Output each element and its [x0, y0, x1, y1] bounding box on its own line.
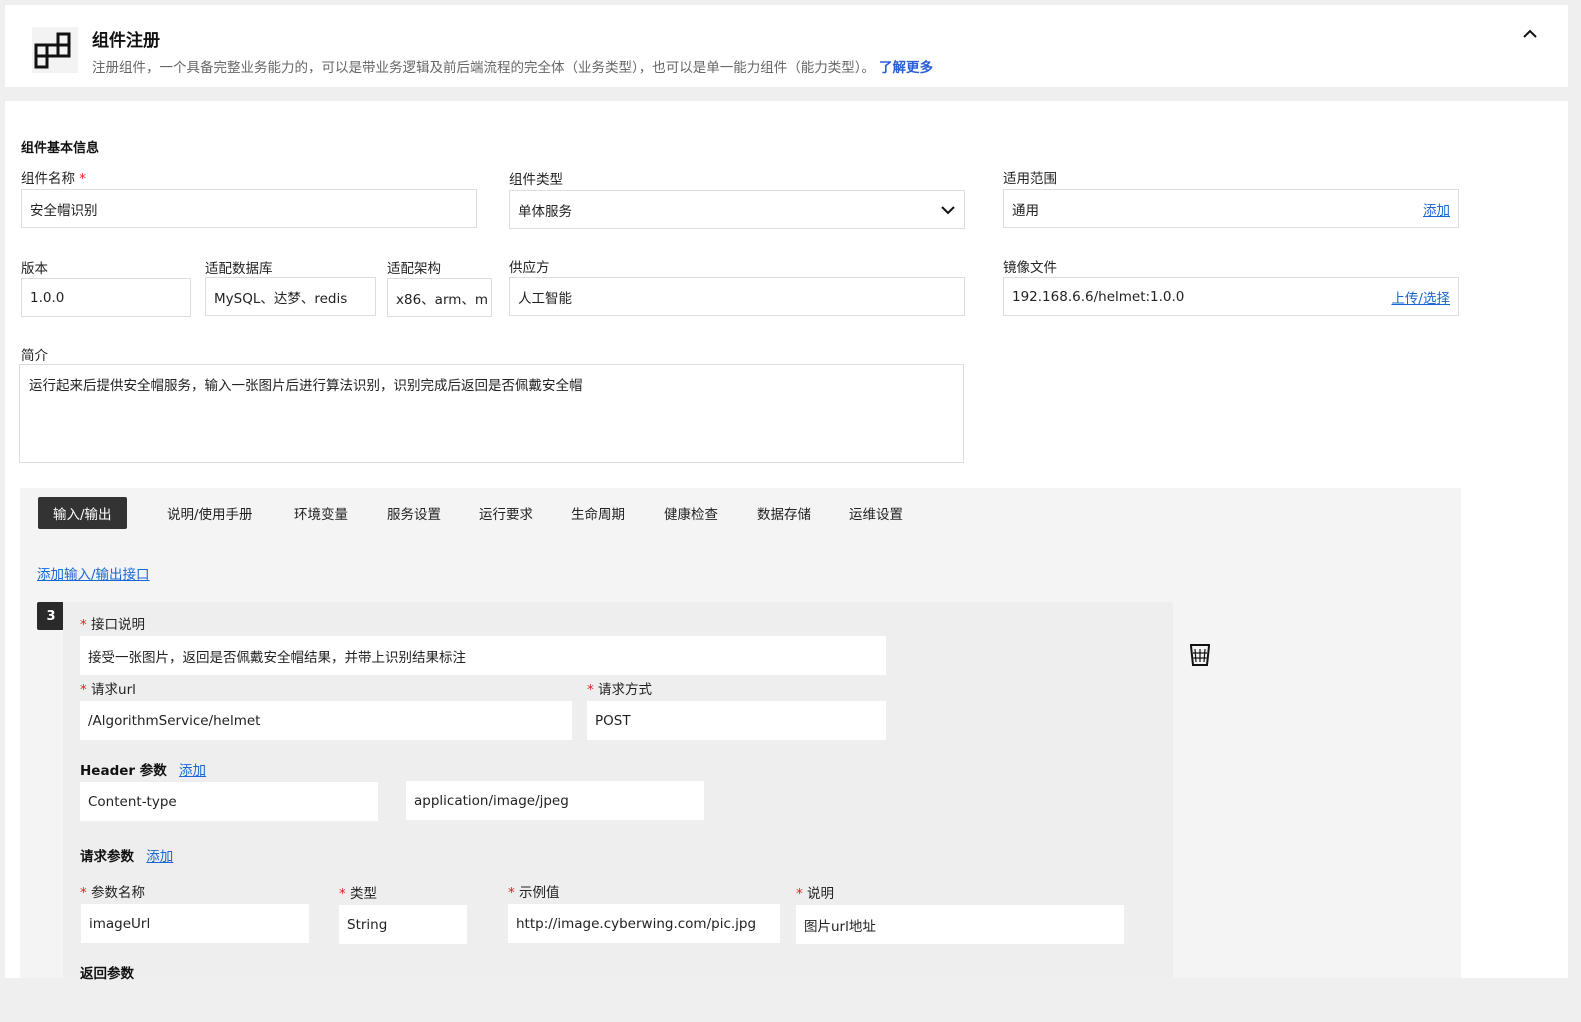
chevron-down-icon	[941, 205, 955, 214]
param-type-field[interactable]: String	[339, 905, 467, 944]
tab-health[interactable]: 健康检查	[664, 497, 718, 529]
image-upload-link[interactable]: 上传/选择	[1391, 287, 1450, 307]
arch-field[interactable]: x86、arm、m	[387, 278, 492, 317]
required-mark: *	[79, 171, 87, 187]
trash-icon[interactable]	[1188, 641, 1212, 667]
scope-field: 通用 添加	[1003, 189, 1459, 228]
version-field[interactable]: 1.0.0	[21, 278, 191, 317]
config-panel: 输入/输出 说明/使用手册 环境变量 服务设置 运行要求 生命周期 健康检查 数…	[20, 488, 1461, 982]
header-params-label: Header 参数 添加	[80, 763, 207, 779]
request-url-field[interactable]: /AlgorithmService/helmet	[80, 701, 572, 740]
description-text: 注册组件，一个具备完整业务能力的，可以是带业务逻辑及前后端流程的完全体（业务类型…	[92, 60, 875, 76]
param-name-field[interactable]: imageUrl	[81, 904, 309, 943]
param-example-label: * 示例值	[508, 885, 560, 901]
interface-index-badge: 3	[37, 602, 65, 630]
vendor-label: 供应方	[509, 260, 550, 276]
url-label: * 请求url	[80, 682, 136, 698]
name-label: 组件名称 *	[21, 171, 87, 187]
vendor-field[interactable]: 人工智能	[509, 277, 965, 316]
return-params-label: 返回参数	[80, 966, 134, 982]
learn-more-link[interactable]: 了解更多	[879, 60, 933, 76]
header-add-link[interactable]: 添加	[179, 763, 206, 779]
header-value-field[interactable]: application/image/jpeg	[406, 781, 704, 820]
add-interface-link[interactable]: 添加输入/输出接口	[37, 563, 150, 583]
tab-runtime[interactable]: 运行要求	[479, 497, 533, 529]
db-label: 适配数据库	[205, 261, 273, 277]
method-label: * 请求方式	[587, 682, 653, 698]
header-key-field[interactable]: Content-type	[80, 782, 378, 821]
main-panel: 组件基本信息 组件名称 * 安全帽识别 组件类型 单体服务 适用范围 通用 添加…	[5, 101, 1568, 982]
component-name-field[interactable]: 安全帽识别	[21, 189, 477, 228]
param-example-field[interactable]: http://image.cyberwing.com/pic.jpg	[508, 904, 780, 943]
image-field[interactable]: 192.168.6.6/helmet:1.0.0 上传/选择	[1003, 277, 1459, 316]
param-desc-label: * 说明	[796, 886, 835, 902]
page-description: 注册组件，一个具备完整业务能力的，可以是带业务逻辑及前后端流程的完全体（业务类型…	[92, 56, 933, 76]
interface-card: * 接口说明 接受一张图片，返回是否佩戴安全帽结果，并带上识别结果标注 * 请求…	[63, 602, 1173, 982]
request-method-field[interactable]: POST	[587, 701, 886, 740]
tab-storage[interactable]: 数据存储	[757, 497, 811, 529]
intro-label: 简介	[21, 348, 48, 364]
component-type-select[interactable]: 单体服务	[509, 190, 965, 229]
component-logo-icon	[32, 27, 78, 73]
type-label: 组件类型	[509, 172, 563, 188]
interface-desc-field[interactable]: 接受一张图片，返回是否佩戴安全帽结果，并带上识别结果标注	[80, 636, 886, 675]
page-title: 组件注册	[92, 31, 160, 51]
tab-io[interactable]: 输入/输出	[38, 497, 127, 529]
section-title: 组件基本信息	[21, 141, 100, 156]
version-label: 版本	[21, 261, 48, 277]
tab-ops[interactable]: 运维设置	[849, 497, 903, 529]
scope-label: 适用范围	[1003, 171, 1057, 187]
page-header: 组件注册 注册组件，一个具备完整业务能力的，可以是带业务逻辑及前后端流程的完全体…	[5, 5, 1568, 87]
desc-label: * 接口说明	[80, 617, 146, 633]
request-params-label: 请求参数 添加	[80, 849, 174, 865]
tab-lifecycle[interactable]: 生命周期	[571, 497, 625, 529]
param-type-label: * 类型	[339, 886, 378, 902]
request-params-add-link[interactable]: 添加	[146, 849, 173, 865]
image-label: 镜像文件	[1003, 260, 1057, 276]
db-field[interactable]: MySQL、达梦、redis	[205, 277, 376, 316]
chevron-up-icon[interactable]	[1519, 23, 1541, 45]
intro-textarea[interactable]: 运行起来后提供安全帽服务，输入一张图片后进行算法识别，识别完成后返回是否佩戴安全…	[19, 364, 964, 463]
tab-manual[interactable]: 说明/使用手册	[167, 497, 253, 529]
param-desc-field[interactable]: 图片url地址	[796, 905, 1124, 944]
tab-env[interactable]: 环境变量	[294, 497, 348, 529]
param-name-label: * 参数名称	[80, 885, 146, 901]
arch-label: 适配架构	[387, 261, 441, 277]
tab-service[interactable]: 服务设置	[387, 497, 441, 529]
scope-add-link[interactable]: 添加	[1423, 199, 1450, 219]
